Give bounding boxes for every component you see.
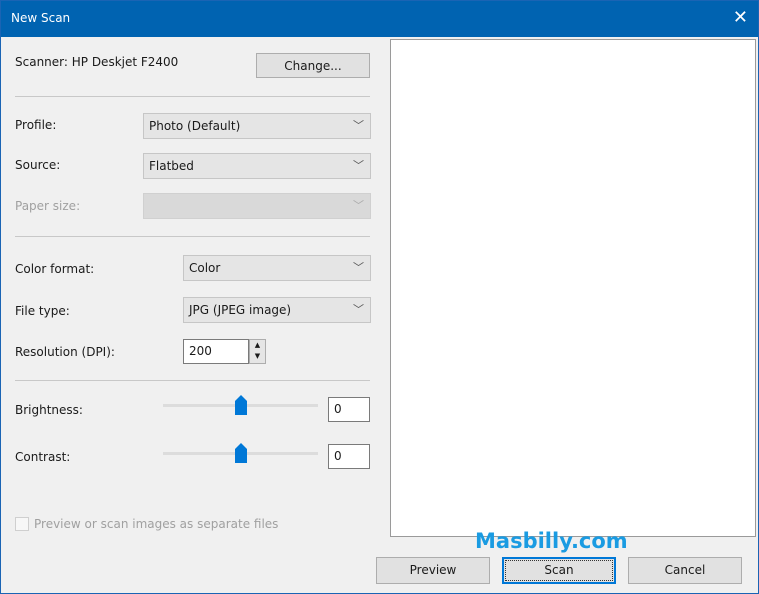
divider xyxy=(15,96,370,97)
profile-select[interactable]: Photo (Default) ﹀ xyxy=(143,113,371,139)
contrast-label: Contrast: xyxy=(15,450,71,464)
window-title: New Scan xyxy=(11,11,71,25)
chevron-down-icon: ﹀ xyxy=(353,303,364,316)
chevron-down-icon: ﹀ xyxy=(353,199,364,212)
file-type-select[interactable]: JPG (JPEG image) ﹀ xyxy=(183,297,371,323)
chevron-down-icon: ﹀ xyxy=(353,159,364,172)
file-type-label: File type: xyxy=(15,304,70,318)
contrast-input[interactable]: 0 xyxy=(328,444,370,469)
separate-files-label: Preview or scan images as separate files xyxy=(34,517,279,531)
change-scanner-button[interactable]: Change... xyxy=(256,53,370,78)
paper-size-select: ﹀ xyxy=(143,193,371,219)
source-label: Source: xyxy=(15,158,61,172)
color-format-label: Color format: xyxy=(15,262,95,276)
profile-value: Photo (Default) xyxy=(149,119,241,133)
color-format-select[interactable]: Color ﹀ xyxy=(183,255,371,281)
file-type-value: JPG (JPEG image) xyxy=(189,303,292,317)
chevron-down-icon: ﹀ xyxy=(353,119,364,132)
cancel-button[interactable]: Cancel xyxy=(628,557,742,584)
spin-up-icon[interactable]: ▲ xyxy=(250,340,265,351)
brightness-slider-thumb[interactable] xyxy=(235,395,247,415)
scan-button[interactable]: Scan xyxy=(502,557,616,584)
profile-label: Profile: xyxy=(15,118,57,132)
resolution-label: Resolution (DPI): xyxy=(15,345,115,359)
spin-down-icon[interactable]: ▼ xyxy=(250,351,265,362)
divider xyxy=(15,236,370,237)
resolution-input[interactable]: 200 xyxy=(183,339,249,364)
source-select[interactable]: Flatbed ﹀ xyxy=(143,153,371,179)
divider xyxy=(15,380,370,381)
watermark: Masbilly.com xyxy=(475,529,628,553)
preview-button[interactable]: Preview xyxy=(376,557,490,584)
scanner-label: Scanner: HP Deskjet F2400 xyxy=(15,55,179,69)
resolution-stepper[interactable]: ▲ ▼ xyxy=(249,339,266,364)
close-icon[interactable]: ✕ xyxy=(733,7,748,28)
color-format-value: Color xyxy=(189,261,221,275)
preview-area xyxy=(390,39,756,537)
title-bar: New Scan ✕ xyxy=(1,1,758,37)
chevron-down-icon: ﹀ xyxy=(353,261,364,274)
brightness-input[interactable]: 0 xyxy=(328,397,370,422)
separate-files-checkbox[interactable] xyxy=(15,517,29,531)
brightness-label: Brightness: xyxy=(15,403,83,417)
source-value: Flatbed xyxy=(149,159,194,173)
paper-size-label: Paper size: xyxy=(15,199,81,213)
contrast-slider-thumb[interactable] xyxy=(235,443,247,463)
